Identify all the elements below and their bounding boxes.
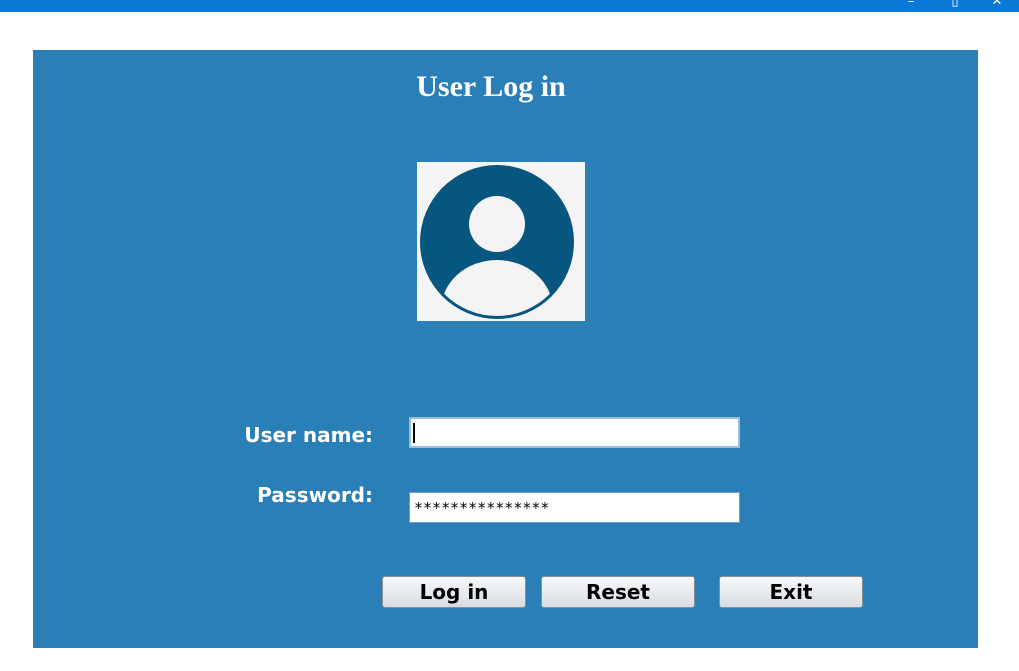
login-button[interactable]: Log in bbox=[382, 576, 526, 608]
reset-button[interactable]: Reset bbox=[541, 576, 695, 608]
user-avatar-icon bbox=[420, 165, 574, 319]
username-input[interactable] bbox=[409, 417, 740, 448]
avatar bbox=[417, 162, 585, 321]
text-caret bbox=[413, 423, 415, 443]
login-panel: User Log in User name: Password: Log in … bbox=[33, 50, 978, 648]
password-input[interactable] bbox=[409, 492, 740, 523]
window-titlebar: – ▯ ✕ bbox=[0, 0, 1019, 12]
username-label: User name: bbox=[244, 423, 373, 447]
exit-button[interactable]: Exit bbox=[719, 576, 863, 608]
password-label: Password: bbox=[257, 483, 373, 507]
page-title: User Log in bbox=[416, 70, 566, 103]
close-button[interactable]: ✕ bbox=[986, 0, 1008, 10]
minimize-button[interactable]: – bbox=[900, 0, 922, 10]
maximize-button[interactable]: ▯ bbox=[944, 0, 966, 10]
